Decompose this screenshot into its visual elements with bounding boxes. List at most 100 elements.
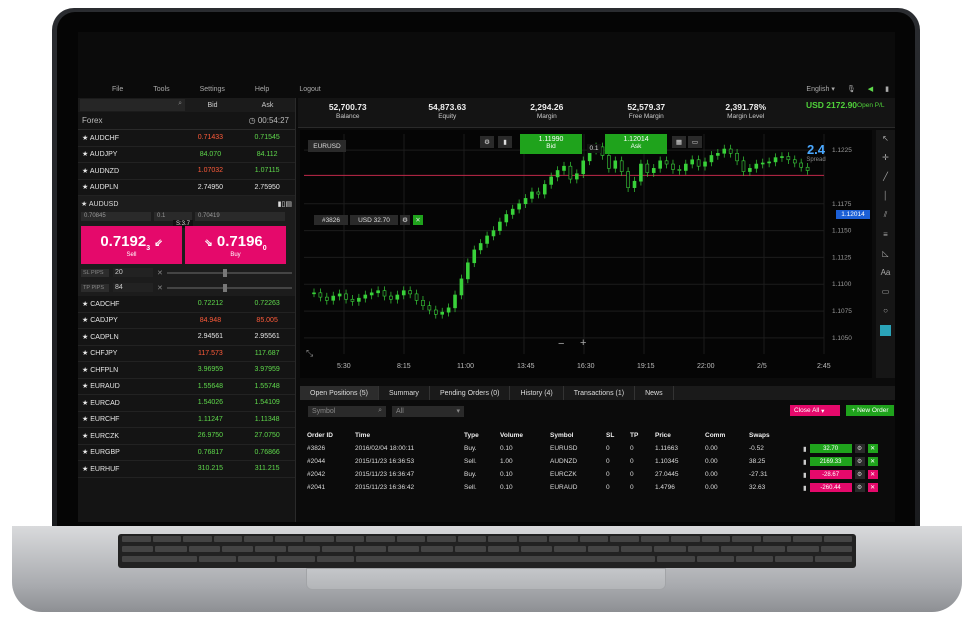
- watchlist-row[interactable]: ★ EURCAD 1.54026 1.54109: [78, 395, 295, 412]
- bid-cell[interactable]: 84.070: [182, 151, 240, 158]
- bid-cell[interactable]: 117.573: [182, 350, 240, 357]
- cursor-icon[interactable]: ↖: [876, 134, 895, 143]
- text-icon[interactable]: Aa: [876, 268, 895, 277]
- col-swaps[interactable]: Swaps: [749, 432, 797, 439]
- star-icon[interactable]: ★: [82, 466, 88, 473]
- order-close-icon[interactable]: ✕: [413, 215, 423, 225]
- watchlist-row[interactable]: ★ CADPLN 2.94561 2.95561: [78, 329, 295, 346]
- row-settings-icon[interactable]: ⚙: [854, 483, 865, 492]
- watchlist-row[interactable]: ★ EURCZK 26.9750 27.0750: [78, 428, 295, 445]
- zoom-in-icon[interactable]: +: [580, 337, 586, 349]
- crosshair-icon[interactable]: ✛: [876, 153, 895, 162]
- star-icon[interactable]: ★: [82, 400, 88, 407]
- tab-summary[interactable]: Summary: [379, 386, 430, 400]
- channel-icon[interactable]: ⫽: [876, 210, 895, 220]
- star-icon[interactable]: ★: [81, 201, 87, 208]
- line-tool-icon[interactable]: ╱: [876, 172, 895, 181]
- ask-cell[interactable]: 84.112: [239, 151, 295, 158]
- row-chart-icon[interactable]: ▮: [803, 484, 807, 492]
- row-settings-icon[interactable]: ⚙: [854, 457, 865, 466]
- buy-button[interactable]: ⇘ 0.71960 Buy: [185, 226, 286, 264]
- table-row[interactable]: #2041 2015/11/23 16:36:42 Sell. 0.10 EURAUD 0…: [300, 481, 895, 494]
- ask-cell[interactable]: 117.687: [239, 350, 295, 357]
- bid-cell[interactable]: 26.9750: [182, 432, 240, 439]
- ask-cell[interactable]: 0.71545: [239, 134, 295, 141]
- star-icon[interactable]: ★: [82, 350, 88, 357]
- ask-cell[interactable]: 1.54109: [239, 399, 295, 406]
- ask-cell[interactable]: 0.76866: [239, 449, 295, 456]
- watchlist-row[interactable]: ★ CHFJPY 117.573 117.687: [78, 346, 295, 362]
- watchlist-row[interactable]: ★ AUDCHF 0.71433 0.71545: [78, 130, 295, 147]
- col-price[interactable]: Price: [655, 432, 705, 439]
- sl-clear-icon[interactable]: ✕: [157, 269, 163, 277]
- bar-chart-icon[interactable]: ▮: [498, 136, 512, 148]
- chart-symbol-button[interactable]: EURUSD: [308, 140, 346, 152]
- tab-open-positions[interactable]: Open Positions (5): [300, 386, 379, 400]
- bid-cell[interactable]: 3.96959: [182, 366, 240, 373]
- watchlist-row[interactable]: ★ AUDNZD 1.07032 1.07115: [78, 163, 295, 180]
- row-close-icon[interactable]: ✕: [867, 444, 878, 453]
- bid-cell[interactable]: 1.11247: [182, 416, 240, 423]
- watchlist-row[interactable]: ★ EURGBP 0.76817 0.76866: [78, 445, 295, 461]
- star-icon[interactable]: ★: [82, 334, 88, 341]
- star-icon[interactable]: ★: [82, 317, 88, 324]
- tab-history[interactable]: History (4): [510, 386, 564, 400]
- ask-cell[interactable]: 2.95561: [239, 333, 295, 340]
- order-value-tag[interactable]: USD 32.70: [350, 215, 398, 225]
- rectangle-icon[interactable]: ▭: [876, 287, 895, 296]
- star-icon[interactable]: ★: [82, 367, 88, 374]
- tab-news[interactable]: News: [635, 386, 674, 400]
- col-comm[interactable]: Comm: [705, 432, 749, 439]
- sl-pips-input[interactable]: 20: [113, 268, 153, 277]
- menu-file[interactable]: File: [112, 86, 123, 93]
- bid-cell[interactable]: 84.948: [182, 317, 240, 324]
- vertical-line-icon[interactable]: │: [876, 191, 895, 200]
- star-icon[interactable]: ★: [82, 301, 88, 308]
- price-field-2[interactable]: 0.70419: [195, 211, 285, 221]
- mic-icon[interactable]: 🎙: [847, 85, 856, 93]
- row-chart-icon[interactable]: ▮: [803, 471, 807, 479]
- symbol-search-input[interactable]: ⌕: [80, 99, 185, 111]
- ask-cell[interactable]: 1.11348: [239, 416, 295, 423]
- bid-cell[interactable]: 1.07032: [182, 167, 240, 174]
- star-icon[interactable]: ★: [82, 383, 88, 390]
- bid-cell[interactable]: 1.55648: [182, 383, 240, 390]
- ask-cell[interactable]: 311.215: [239, 465, 295, 472]
- ask-cell[interactable]: 85.005: [239, 317, 295, 324]
- bid-cell[interactable]: 2.94561: [182, 333, 240, 340]
- watchlist-row[interactable]: ★ CADCHF 0.72212 0.72263: [78, 296, 295, 313]
- col-type[interactable]: Type: [464, 432, 500, 439]
- row-chart-icon[interactable]: ▮: [803, 445, 807, 453]
- ask-cell[interactable]: 3.97959: [239, 366, 295, 373]
- watchlist-row[interactable]: ★ AUDPLN 2.74950 2.75950: [78, 180, 295, 196]
- all-filter-select[interactable]: All ▾: [392, 405, 464, 417]
- watchlist-row[interactable]: ★ CADJPY 84.948 85.005: [78, 313, 295, 329]
- table-row[interactable]: #3826 2016/02/04 18:00:11 Buy. 0.10 EURUSD 0 0…: [300, 442, 895, 455]
- fib-icon[interactable]: ≡: [876, 230, 895, 239]
- bid-cell[interactable]: 310.215: [182, 465, 240, 472]
- bid-cell[interactable]: 0.76817: [182, 449, 240, 456]
- row-close-icon[interactable]: ✕: [867, 457, 878, 466]
- signal-icon[interactable]: ▮: [885, 85, 889, 93]
- star-icon[interactable]: ★: [82, 416, 88, 423]
- star-icon[interactable]: ★: [82, 184, 88, 191]
- table-row[interactable]: #2044 2015/11/23 16:36:53 Sell. 1.00 AUDNZD 0…: [300, 455, 895, 468]
- chart-icon[interactable]: ▮▯▤: [278, 200, 292, 208]
- col-order-id[interactable]: Order ID: [300, 432, 355, 439]
- row-settings-icon[interactable]: ⚙: [854, 470, 865, 479]
- star-icon[interactable]: ★: [82, 449, 88, 456]
- chart-ask-button[interactable]: 1.12014 Ask: [605, 134, 667, 154]
- menu-tools[interactable]: Tools: [153, 86, 169, 93]
- star-icon[interactable]: ★: [82, 168, 88, 175]
- order-tag[interactable]: #3826: [314, 215, 348, 225]
- sound-icon[interactable]: ◀︎: [868, 85, 873, 93]
- symbol-filter-input[interactable]: Symbol ⌕: [308, 405, 386, 417]
- row-close-icon[interactable]: ✕: [867, 483, 878, 492]
- tp-slider[interactable]: [166, 283, 292, 292]
- price-chart[interactable]: 1.1225 1.1175 1.1150 1.1125 1.1100 1.1075 1.10…: [300, 130, 872, 378]
- table-row[interactable]: #2042 2015/11/23 16:36:47 Buy. 0.10 EURCZK 0 0…: [300, 468, 895, 481]
- star-icon[interactable]: ★: [82, 433, 88, 440]
- ask-cell[interactable]: 1.07115: [239, 167, 295, 174]
- col-time[interactable]: Time: [355, 432, 464, 439]
- ask-cell[interactable]: 1.55748: [239, 383, 295, 390]
